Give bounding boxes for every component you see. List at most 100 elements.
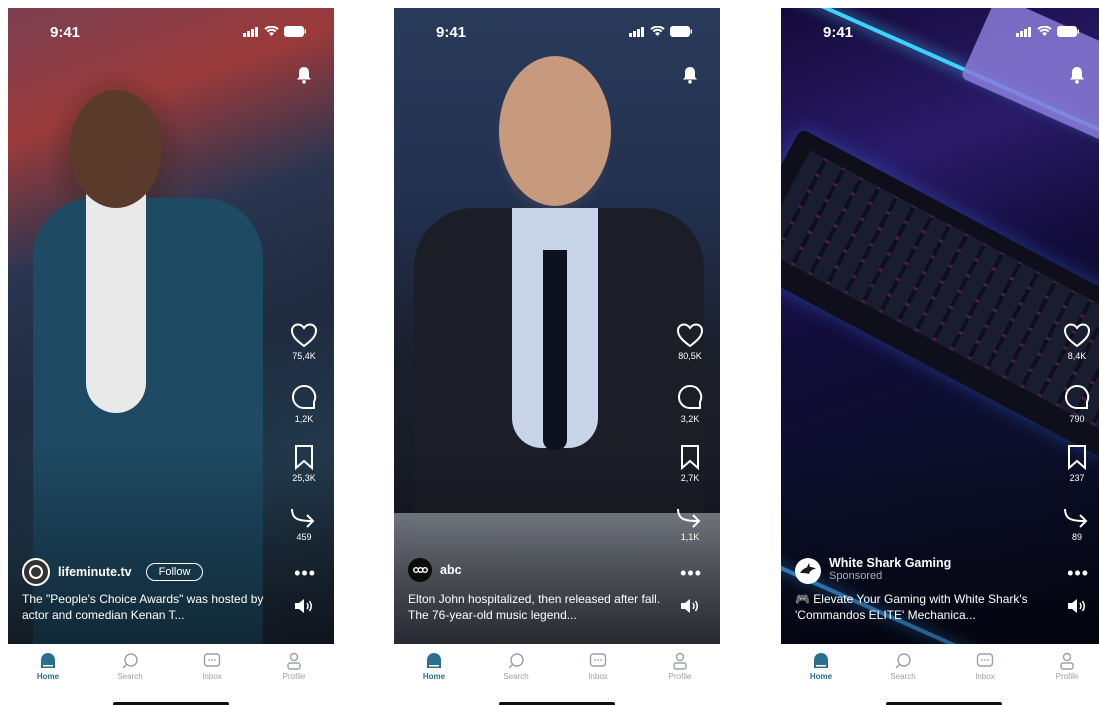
comment-count: 790: [1069, 414, 1085, 424]
signal-icon: [629, 26, 644, 37]
tab-search[interactable]: Search: [486, 650, 546, 681]
status-icons: [1016, 26, 1079, 37]
post-author[interactable]: lifeminute.tv Follow: [22, 558, 204, 586]
battery-icon: [670, 26, 692, 37]
tab-profile[interactable]: Profile: [1037, 650, 1097, 681]
phone-screen-3: 9:41 8,4K 790 237 89 ••• White Shark Gam…: [781, 8, 1099, 705]
tab-label: Profile: [668, 672, 692, 681]
save-button[interactable]: 237: [1061, 444, 1093, 505]
share-button[interactable]: 459: [288, 505, 320, 566]
tab-label: Profile: [1055, 672, 1079, 681]
video-player[interactable]: [8, 8, 334, 644]
post-caption[interactable]: Elton John hospitalized, then released a…: [408, 591, 670, 623]
signal-icon: [1016, 26, 1031, 37]
share-count: 89: [1071, 532, 1082, 542]
abc-logo-icon: [408, 558, 432, 582]
battery-icon: [1057, 26, 1079, 37]
comment-button[interactable]: 1,2K: [288, 383, 320, 444]
inbox-icon: [589, 653, 607, 667]
bookmark-icon: [681, 445, 699, 470]
action-rail: 8,4K 790 237 89: [1061, 322, 1093, 566]
bookmark-icon: [1068, 445, 1086, 470]
wifi-icon: [650, 26, 665, 36]
video-player[interactable]: [781, 8, 1099, 644]
tab-inbox[interactable]: Inbox: [568, 650, 628, 681]
home-icon: [814, 653, 828, 668]
save-button[interactable]: 25,3K: [288, 444, 320, 505]
search-icon: [508, 653, 524, 669]
status-icons: [629, 26, 692, 37]
volume-icon[interactable]: [680, 598, 700, 614]
tab-label: Home: [809, 672, 833, 681]
signal-icon: [243, 26, 258, 37]
like-button[interactable]: 80,5K: [674, 322, 706, 383]
more-options-icon[interactable]: •••: [1067, 563, 1089, 584]
author-name[interactable]: abc: [440, 563, 462, 577]
search-icon: [122, 653, 138, 669]
tab-home[interactable]: Home: [404, 650, 464, 681]
video-figure-shirt: [86, 193, 146, 413]
tab-label: Inbox: [975, 672, 995, 681]
like-button[interactable]: 75,4K: [288, 322, 320, 383]
phone-screen-1: 9:41 75,4K 1,2K 25,3K 459 ••• lifeminute…: [8, 8, 334, 705]
profile-icon: [673, 652, 687, 670]
volume-icon[interactable]: [1067, 598, 1087, 614]
share-count: 459: [296, 532, 312, 542]
status-bar: 9:41: [781, 8, 1099, 54]
video-figure-tie: [543, 250, 567, 450]
comment-icon: [1065, 384, 1090, 409]
volume-icon[interactable]: [294, 598, 314, 614]
tab-search[interactable]: Search: [100, 650, 160, 681]
tab-label: Search: [503, 672, 529, 681]
author-name[interactable]: White Shark Gaming: [829, 556, 951, 570]
tab-label: Home: [36, 672, 60, 681]
tab-profile[interactable]: Profile: [264, 650, 324, 681]
wifi-icon: [264, 26, 279, 36]
inbox-icon: [203, 653, 221, 667]
avatar[interactable]: [795, 558, 821, 584]
comment-button[interactable]: 790: [1061, 383, 1093, 444]
tab-label: Inbox: [588, 672, 608, 681]
tab-label: Home: [422, 672, 446, 681]
post-author[interactable]: abc: [408, 558, 462, 582]
follow-button[interactable]: Follow: [145, 563, 204, 581]
post-caption[interactable]: 🎮 Elevate Your Gaming with White Shark's…: [795, 591, 1057, 623]
wifi-icon: [1037, 26, 1052, 36]
comment-count: 3,2K: [680, 414, 700, 424]
comment-button[interactable]: 3,2K: [674, 383, 706, 444]
video-player[interactable]: [394, 8, 720, 644]
like-count: 75,4K: [292, 351, 316, 361]
status-icons: [243, 26, 306, 37]
video-figure-head: [499, 56, 611, 206]
avatar[interactable]: [408, 558, 432, 582]
share-count: 1,1K: [680, 532, 700, 542]
tab-profile[interactable]: Profile: [650, 650, 710, 681]
post-caption[interactable]: The "People's Choice Awards" was hosted …: [22, 591, 284, 623]
heart-icon: [290, 323, 318, 348]
notification-bell-icon[interactable]: [296, 66, 312, 84]
comment-icon: [678, 384, 703, 409]
more-options-icon[interactable]: •••: [294, 563, 316, 584]
share-button[interactable]: 89: [1061, 505, 1093, 566]
tab-home[interactable]: Home: [791, 650, 851, 681]
notification-bell-icon[interactable]: [682, 66, 698, 84]
more-options-icon[interactable]: •••: [680, 563, 702, 584]
avatar[interactable]: [22, 558, 50, 586]
tab-inbox[interactable]: Inbox: [955, 650, 1015, 681]
inbox-icon: [976, 653, 994, 667]
save-button[interactable]: 2,7K: [674, 444, 706, 505]
like-button[interactable]: 8,4K: [1061, 322, 1093, 383]
author-logo-icon: [29, 565, 43, 579]
notification-bell-icon[interactable]: [1069, 66, 1085, 84]
share-button[interactable]: 1,1K: [674, 505, 706, 566]
author-name[interactable]: lifeminute.tv: [58, 565, 132, 579]
tab-inbox[interactable]: Inbox: [182, 650, 242, 681]
tab-home[interactable]: Home: [18, 650, 78, 681]
phone-screen-2: 9:41 80,5K 3,2K 2,7K 1,1K ••• abc Elton …: [394, 8, 720, 705]
save-count: 237: [1069, 473, 1085, 483]
post-author[interactable]: White Shark Gaming Sponsored: [795, 556, 951, 584]
status-bar: 9:41: [8, 8, 334, 54]
tab-search[interactable]: Search: [873, 650, 933, 681]
save-count: 2,7K: [680, 473, 700, 483]
share-arrow-icon: [677, 508, 701, 528]
